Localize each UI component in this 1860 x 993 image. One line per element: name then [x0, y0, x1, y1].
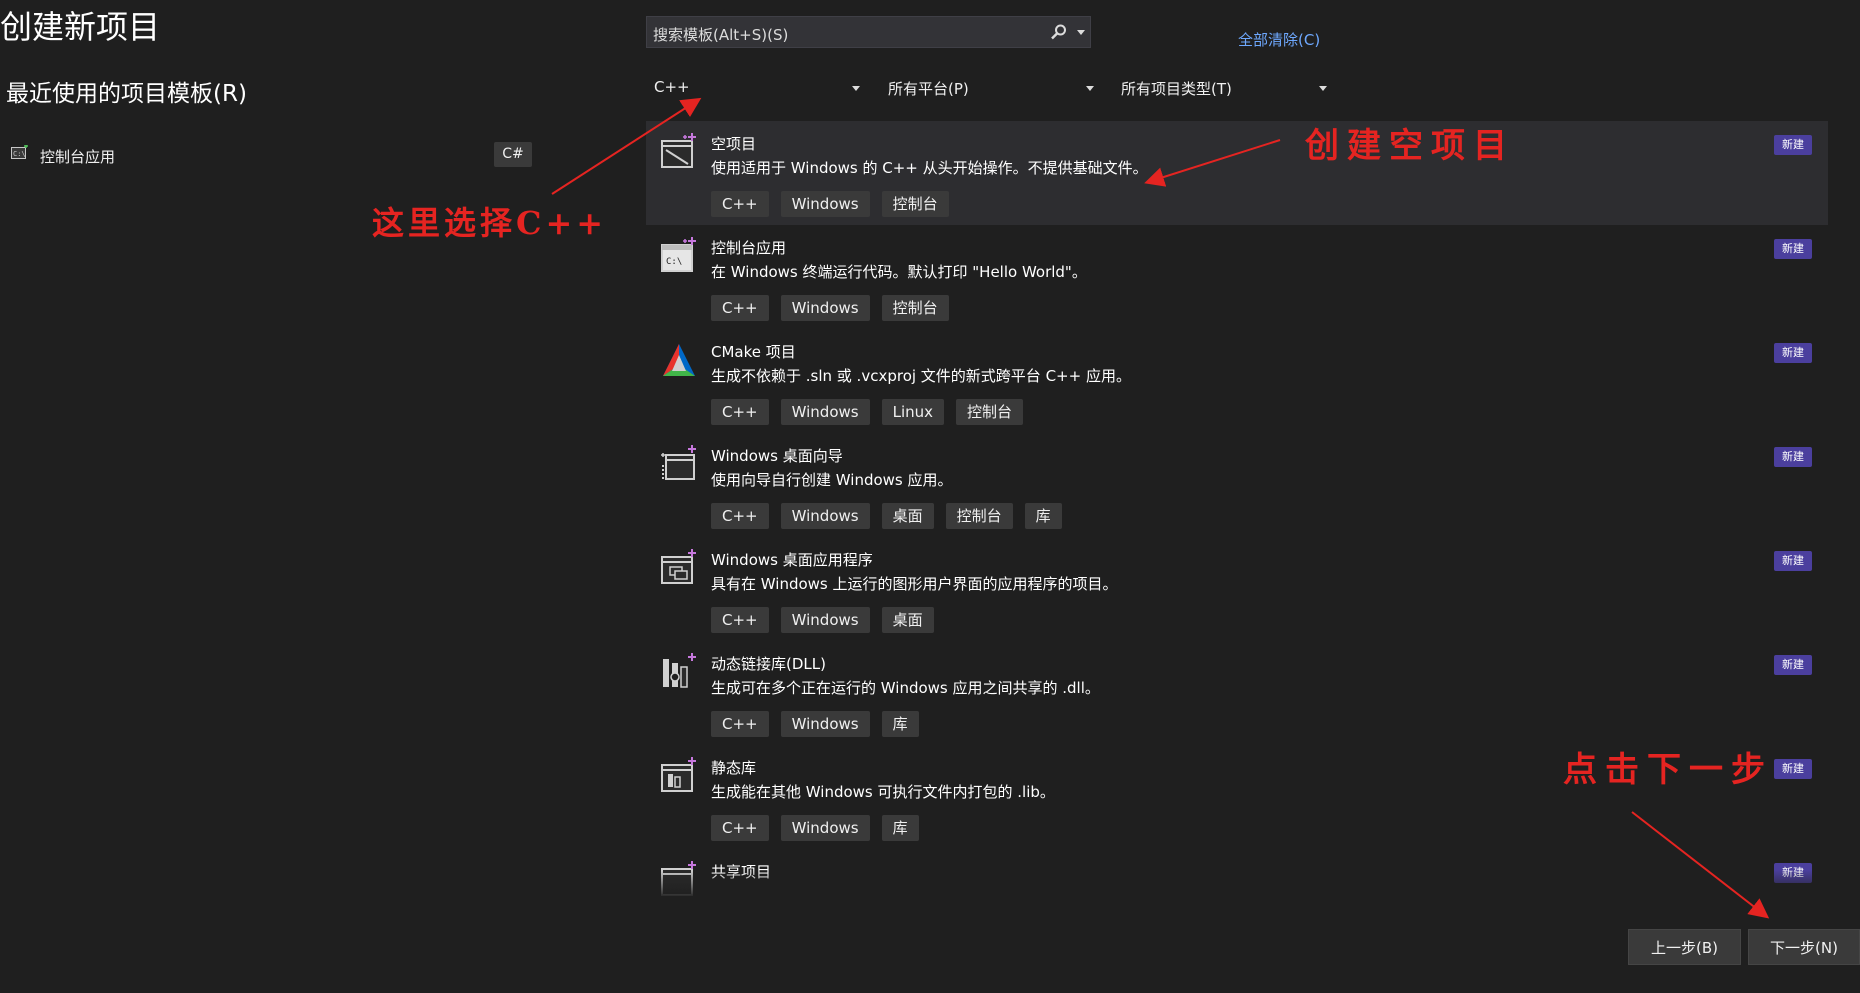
template-name: 动态链接库(DLL) [711, 655, 826, 673]
tag: 桌面 [881, 503, 934, 529]
template-description: 在 Windows 终端运行代码。默认打印 "Hello World"。 [711, 263, 1087, 281]
template-tags: C++ Windows 控制台 [711, 191, 949, 217]
platform-filter-dropdown[interactable]: 所有平台(P) [880, 74, 1100, 102]
list-scroll-fade [646, 870, 1828, 898]
chevron-down-icon [1086, 86, 1094, 91]
template-tags: C++ Windows 库 [711, 815, 919, 841]
search-icon[interactable] [1050, 23, 1068, 41]
tag: 桌面 [881, 607, 934, 633]
tag: 库 [881, 711, 919, 737]
template-description: 生成可在多个正在运行的 Windows 应用之间共享的 .dll。 [711, 679, 1100, 697]
language-filter-value: C++ [654, 78, 690, 96]
tag: 库 [1024, 503, 1062, 529]
tag: Windows [780, 399, 870, 425]
template-name: Windows 桌面向导 [711, 447, 843, 465]
recent-template-label: 控制台应用 [40, 148, 116, 166]
tag: 库 [881, 815, 919, 841]
dll-icon [663, 653, 696, 688]
template-item-desktop-app[interactable]: Windows 桌面应用程序 具有在 Windows 上运行的图形用户界面的应用… [646, 537, 1828, 641]
static-lib-icon [661, 757, 696, 792]
chevron-down-icon [1319, 86, 1327, 91]
template-search-input[interactable]: 搜索模板(Alt+S)(S) [646, 16, 1091, 48]
project-type-filter-dropdown[interactable]: 所有项目类型(T) [1113, 74, 1333, 102]
template-description: 使用适用于 Windows 的 C++ 从头开始操作。不提供基础文件。 [711, 159, 1148, 177]
template-item-console-app[interactable]: C:\ 控制台应用 在 Windows 终端运行代码。默认打印 "Hello W… [646, 225, 1828, 329]
new-badge: 新建 [1774, 343, 1812, 363]
tag: C++ [711, 607, 769, 633]
chevron-down-icon [852, 86, 860, 91]
template-name: 静态库 [711, 759, 757, 777]
tag: C++ [711, 815, 769, 841]
new-badge: 新建 [1774, 655, 1812, 675]
tag: C++ [711, 191, 769, 217]
project-type-filter-value: 所有项目类型(T) [1121, 80, 1232, 98]
new-badge: 新建 [1774, 551, 1812, 571]
console-app-icon: C:\ [11, 145, 28, 159]
annotation-choose-cpp: 这里选择C++ [372, 204, 608, 242]
template-item-dll[interactable]: 动态链接库(DLL) 生成可在多个正在运行的 Windows 应用之间共享的 .… [646, 641, 1828, 745]
back-button[interactable]: 上一步(B) [1628, 929, 1741, 965]
tag: Windows [780, 607, 870, 633]
tag: Windows [780, 815, 870, 841]
cmake-icon [663, 344, 695, 376]
empty-project-icon [661, 133, 696, 168]
template-description: 生成能在其他 Windows 可执行文件内打包的 .lib。 [711, 783, 1055, 801]
template-tags: C++ Windows 桌面 [711, 607, 934, 633]
template-name: 空项目 [711, 135, 757, 153]
tag: 控制台 [881, 295, 949, 321]
tag: Windows [780, 191, 870, 217]
template-name: Windows 桌面应用程序 [711, 551, 873, 569]
search-placeholder: 搜索模板(Alt+S)(S) [653, 26, 789, 44]
template-description: 生成不依赖于 .sln 或 .vcxproj 文件的新式跨平台 C++ 应用。 [711, 367, 1131, 385]
tag: C++ [711, 295, 769, 321]
new-badge: 新建 [1774, 135, 1812, 155]
tag: C++ [711, 399, 769, 425]
template-name: CMake 项目 [711, 343, 796, 361]
svg-text:C:\: C:\ [13, 150, 26, 158]
platform-filter-value: 所有平台(P) [888, 80, 969, 98]
next-button[interactable]: 下一步(N) [1748, 929, 1860, 965]
tag: 控制台 [956, 399, 1024, 425]
tag: C++ [711, 711, 769, 737]
tag: 控制台 [945, 503, 1013, 529]
template-item-empty-project[interactable]: 空项目 使用适用于 Windows 的 C++ 从头开始操作。不提供基础文件。 … [646, 121, 1828, 225]
clear-all-link[interactable]: 全部清除(C) [1238, 29, 1320, 50]
template-tags: C++ Windows 库 [711, 711, 919, 737]
page-title: 创建新项目 [0, 8, 161, 46]
annotation-click-next: 点击下一步 [1563, 750, 1773, 790]
console-app-icon: C:\ [661, 237, 696, 272]
tag: 控制台 [881, 191, 949, 217]
template-tags: C++ Windows 控制台 [711, 295, 949, 321]
tag: C++ [711, 503, 769, 529]
template-description: 具有在 Windows 上运行的图形用户界面的应用程序的项目。 [711, 575, 1118, 593]
new-badge: 新建 [1774, 447, 1812, 467]
recent-templates-heading: 最近使用的项目模板(R) [6, 81, 247, 107]
search-dropdown-icon[interactable] [1077, 30, 1085, 35]
template-tags: C++ Windows Linux 控制台 [711, 399, 1024, 425]
desktop-wizard-icon [661, 445, 696, 480]
desktop-app-icon [661, 549, 696, 584]
recent-template-language-tag: C# [494, 142, 532, 167]
language-filter-dropdown[interactable]: C++ [646, 74, 866, 102]
new-badge: 新建 [1774, 759, 1812, 779]
template-name: 控制台应用 [711, 239, 787, 257]
tag: Windows [780, 503, 870, 529]
tag: Windows [780, 711, 870, 737]
tag: Windows [780, 295, 870, 321]
recent-template-item[interactable]: C:\ 控制台应用 C# [8, 138, 538, 172]
template-item-desktop-wizard[interactable]: Windows 桌面向导 使用向导自行创建 Windows 应用。 C++ Wi… [646, 433, 1828, 537]
new-badge: 新建 [1774, 239, 1812, 259]
template-item-cmake-project[interactable]: CMake 项目 生成不依赖于 .sln 或 .vcxproj 文件的新式跨平台… [646, 329, 1828, 433]
svg-text:C:\: C:\ [666, 257, 682, 267]
template-tags: C++ Windows 桌面 控制台 库 [711, 503, 1062, 529]
annotation-create-empty: 创建空项目 [1305, 126, 1515, 166]
tag: Linux [881, 399, 945, 425]
template-description: 使用向导自行创建 Windows 应用。 [711, 471, 953, 489]
